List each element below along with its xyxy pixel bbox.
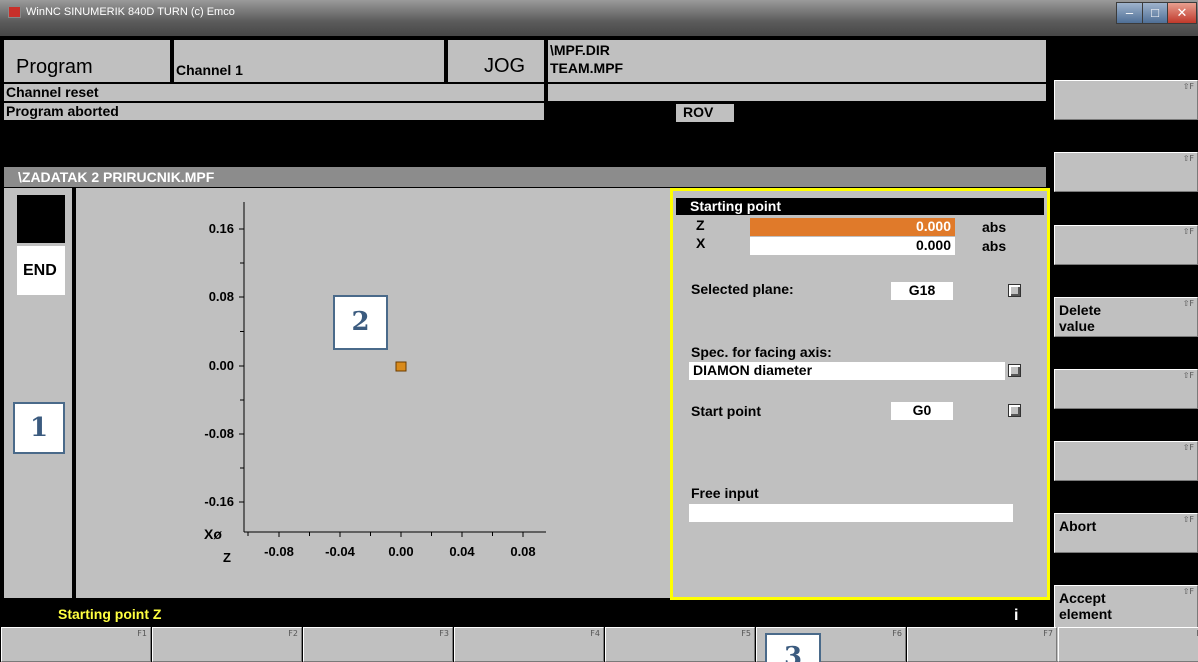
softkey-label: Delete value: [1059, 302, 1102, 334]
status-line: Starting point Z i: [0, 602, 1052, 624]
free-input-field[interactable]: [689, 504, 1013, 522]
program-status: Program aborted: [6, 103, 119, 119]
program-file-name: \ZADATAK 2 PRIRUCNIK.MPF: [18, 169, 215, 185]
plane-toggle-icon[interactable]: [1008, 284, 1021, 297]
x-tick-label: -0.04: [325, 544, 355, 559]
window-title-bar: WinNC SINUMERIK 840D TURN (c) Emco – □ ✕: [0, 0, 1198, 36]
facing-axis-select[interactable]: DIAMON diameter: [689, 362, 1005, 380]
horizontal-softkey[interactable]: F4: [454, 627, 604, 662]
program-file-bar: \ZADATAK 2 PRIRUCNIK.MPF: [4, 167, 1046, 187]
path-file: TEAM.MPF: [550, 60, 624, 76]
y-tick-label: -0.08: [204, 426, 234, 441]
x-tick-label: 0.00: [388, 544, 414, 559]
softkey-fn-label: F2: [288, 629, 298, 638]
softkey-label: Abort: [1059, 518, 1097, 534]
x-unit: abs: [982, 238, 1007, 254]
y-tick-label: -0.16: [204, 494, 234, 509]
path-dir: \MPF.DIR: [550, 42, 610, 58]
z-input[interactable]: 0.000: [750, 218, 955, 236]
app-icon: [8, 6, 21, 18]
channel-label: Channel 1: [176, 62, 243, 78]
softkey-fn-label: ⇧F: [1182, 587, 1194, 596]
annotation-2: 2: [333, 295, 388, 350]
softkey-fn-label: ⇧F: [1182, 515, 1194, 524]
facing-axis-label: Spec. for facing axis:: [691, 344, 832, 360]
softkey-fn-label: ⇧F: [1182, 154, 1194, 163]
x-tick-label: -0.08: [264, 544, 294, 559]
window-title: WinNC SINUMERIK 840D TURN (c) Emco: [26, 6, 235, 18]
horizontal-softkey[interactable]: F2: [152, 627, 302, 662]
graphics-area: Xø Z 0.16 0.08 0.00 -0.08 -0.16 -0.08 -0.04 0.…: [76, 188, 670, 598]
program-path-field: \MPF.DIR TEAM.MPF: [548, 40, 1046, 82]
softkey-fn-label: F4: [590, 629, 600, 638]
step-block-black[interactable]: [17, 195, 65, 243]
softkey-fn-label: F5: [741, 629, 751, 638]
channel-status: Channel reset: [6, 84, 99, 100]
mode-label: JOG: [484, 55, 526, 77]
info-icon[interactable]: i: [1014, 607, 1018, 625]
status-message: Starting point Z: [58, 606, 162, 622]
vertical-softkey[interactable]: Abort ⇧F: [1054, 513, 1198, 553]
facing-toggle-icon[interactable]: [1008, 364, 1021, 377]
annotation-3: 3: [765, 633, 821, 662]
y-tick-label: 0.00: [208, 358, 234, 373]
horizontal-softkey[interactable]: F1: [1, 627, 151, 662]
mode-field: JOG: [448, 40, 544, 82]
softkey-fn-label: ⇧F: [1182, 371, 1194, 380]
vertical-softkey[interactable]: ⇧F: [1054, 80, 1198, 120]
form-title-bar: Starting point: [676, 198, 1044, 215]
y-tick-label: 0.08: [208, 289, 234, 304]
free-input-label: Free input: [691, 485, 759, 501]
x-tick-label: 0.04: [449, 544, 475, 559]
z-label: Z: [696, 217, 705, 233]
x-tick-label: 0.08: [510, 544, 536, 559]
form-title: Starting point: [690, 198, 781, 214]
vertical-softkey[interactable]: ⇧F: [1054, 225, 1198, 265]
program-status-field: Program aborted: [4, 103, 544, 120]
softkey-label: Accept element: [1059, 590, 1112, 622]
selected-plane-label: Selected plane:: [691, 281, 794, 297]
selected-plane-select[interactable]: G18: [891, 282, 953, 300]
area-field: Program: [4, 40, 170, 82]
channel-field: Channel 1: [174, 40, 444, 82]
horizontal-softkey[interactable]: F7: [907, 627, 1057, 662]
start-toggle-icon[interactable]: [1008, 404, 1021, 417]
start-point-marker: [395, 361, 407, 372]
area-label: Program: [16, 56, 93, 78]
softkey-fn-label: F6: [892, 629, 902, 638]
y-axis-label: Xø: [204, 526, 222, 542]
y-tick-label: 0.16: [208, 221, 234, 236]
vertical-softkey[interactable]: ⇧F: [1054, 369, 1198, 409]
preview-plot: [239, 202, 546, 537]
vertical-softkey[interactable]: ⇧F: [1054, 152, 1198, 192]
horizontal-softkey[interactable]: F3: [303, 627, 453, 662]
horizontal-softkey[interactable]: F5: [605, 627, 755, 662]
starting-point-form: Starting point Z 0.000 abs X 0.000 abs S…: [670, 188, 1050, 600]
softkey-fn-label: F1: [137, 629, 147, 638]
close-icon[interactable]: ✕: [1167, 2, 1197, 24]
horizontal-softkey[interactable]: F: [1058, 627, 1198, 662]
vertical-softkey[interactable]: ⇧F: [1054, 441, 1198, 481]
softkey-fn-label: F7: [1043, 629, 1053, 638]
maximize-icon[interactable]: □: [1142, 2, 1168, 24]
softkey-fn-label: ⇧F: [1182, 82, 1194, 91]
channel-status-field: Channel reset: [4, 84, 544, 101]
softkey-fn-label: ⇧F: [1182, 227, 1194, 236]
alarm-field: [548, 84, 1046, 101]
start-point-select[interactable]: G0: [891, 402, 953, 420]
start-point-label: Start point: [691, 403, 761, 419]
z-unit: abs: [982, 219, 1007, 235]
softkey-fn-label: F3: [439, 629, 449, 638]
end-block[interactable]: END: [17, 246, 65, 295]
x-axis-label: Z: [223, 550, 231, 565]
minimize-icon[interactable]: –: [1116, 2, 1143, 24]
x-label: X: [696, 235, 706, 251]
x-input[interactable]: 0.000: [750, 237, 955, 255]
softkey-fn-label: ⇧F: [1182, 299, 1194, 308]
softkey-fn-label: ⇧F: [1182, 443, 1194, 452]
rov-badge: ROV: [676, 104, 734, 122]
vertical-softkey[interactable]: Delete value ⇧F: [1054, 297, 1198, 337]
annotation-1: 1: [13, 402, 65, 454]
